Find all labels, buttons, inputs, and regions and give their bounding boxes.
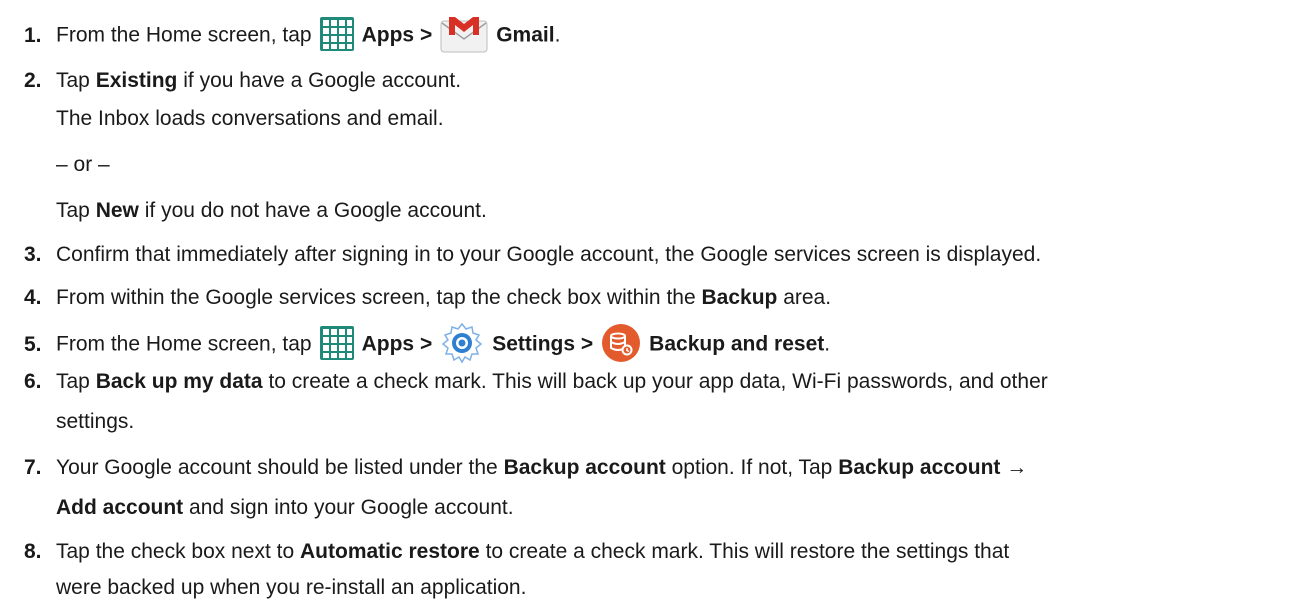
- step-text: and sign into your Google account.: [189, 496, 514, 519]
- step-text: if you have a Google account.: [183, 69, 462, 92]
- apps-grid-icon: [319, 326, 354, 360]
- settings-gear-icon: [440, 321, 484, 365]
- step-6-cont: settings.: [56, 410, 135, 433]
- step-text: to create a check mark. This will restor…: [485, 540, 1010, 563]
- apps-label: Apps >: [361, 23, 433, 47]
- step-number: 5.: [24, 332, 42, 356]
- step-text: Tap: [56, 69, 90, 92]
- step-2-alt: Tap New if you do not have a Google acco…: [56, 196, 487, 226]
- settings-label: Settings >: [492, 332, 594, 356]
- step-2: 2. Tap Existing if you have a Google acco…: [24, 66, 461, 96]
- step-text: to create a check mark. This will back u…: [268, 370, 1048, 393]
- step-number: 6.: [24, 370, 42, 393]
- step-6: 6. Tap Back up my data to create a check …: [24, 367, 1048, 397]
- backup-account-label: Backup account: [503, 456, 666, 479]
- step-text: From the Home screen, tap: [56, 23, 312, 47]
- backup-account-label: Backup account: [838, 456, 1001, 479]
- step-text: Tap: [56, 370, 90, 393]
- period: .: [824, 332, 831, 356]
- step-text: Confirm that immediately after signing i…: [56, 243, 1042, 266]
- step-number: 3.: [24, 243, 42, 266]
- backup-label: Backup: [701, 286, 778, 309]
- step-text: Tap the check box next to: [56, 540, 295, 563]
- step-text: From within the Google services screen, …: [56, 286, 696, 309]
- backup-and-reset-icon: [601, 323, 641, 363]
- add-account-label: Add account: [56, 496, 184, 519]
- backup-and-reset-label: Backup and reset: [649, 332, 825, 356]
- step-5: 5. From the Home screen, tap Apps > Setti…: [24, 322, 831, 364]
- step-text: area.: [783, 286, 832, 309]
- step-2-sub-1: The Inbox loads conversations and email.: [56, 107, 444, 130]
- new-label: New: [95, 199, 139, 222]
- step-number: 8.: [24, 540, 42, 563]
- step-number: 2.: [24, 69, 42, 92]
- gmail-envelope-icon: [440, 15, 488, 53]
- step-number: 1.: [24, 23, 42, 47]
- step-3: 3. Confirm that immediately after signing…: [24, 240, 1041, 270]
- step-number: 4.: [24, 286, 42, 309]
- step-2-or: – or –: [56, 153, 110, 176]
- arrow-glyph: →: [1006, 456, 1028, 479]
- step-7-cont: Add account and sign into your Google ac…: [56, 493, 514, 523]
- step-4: 4. From within the Google services screen…: [24, 283, 831, 313]
- gmail-label: Gmail: [496, 23, 555, 47]
- step-number: 7.: [24, 456, 42, 479]
- apps-grid-icon: [319, 17, 354, 51]
- step-text: Your Google account should be listed und…: [56, 456, 498, 479]
- back-up-my-data-label: Back up my data: [95, 370, 263, 393]
- step-8: 8. Tap the check box next to Automatic re…: [24, 537, 1009, 567]
- step-text: Tap: [56, 199, 90, 222]
- step-text: option. If not, Tap: [671, 456, 833, 479]
- apps-label: Apps >: [361, 332, 433, 356]
- step-1: 1. From the Home screen, tap Apps > Gmail…: [24, 17, 561, 53]
- step-text: From the Home screen, tap: [56, 332, 312, 356]
- step-text: if you do not have a Google account.: [144, 199, 487, 222]
- automatic-restore-label: Automatic restore: [300, 540, 480, 563]
- step-7: 7. Your Google account should be listed u…: [24, 453, 1027, 483]
- existing-label: Existing: [95, 69, 178, 92]
- period: .: [554, 23, 561, 47]
- step-8-cont: were backed up when you re-install an ap…: [56, 576, 527, 599]
